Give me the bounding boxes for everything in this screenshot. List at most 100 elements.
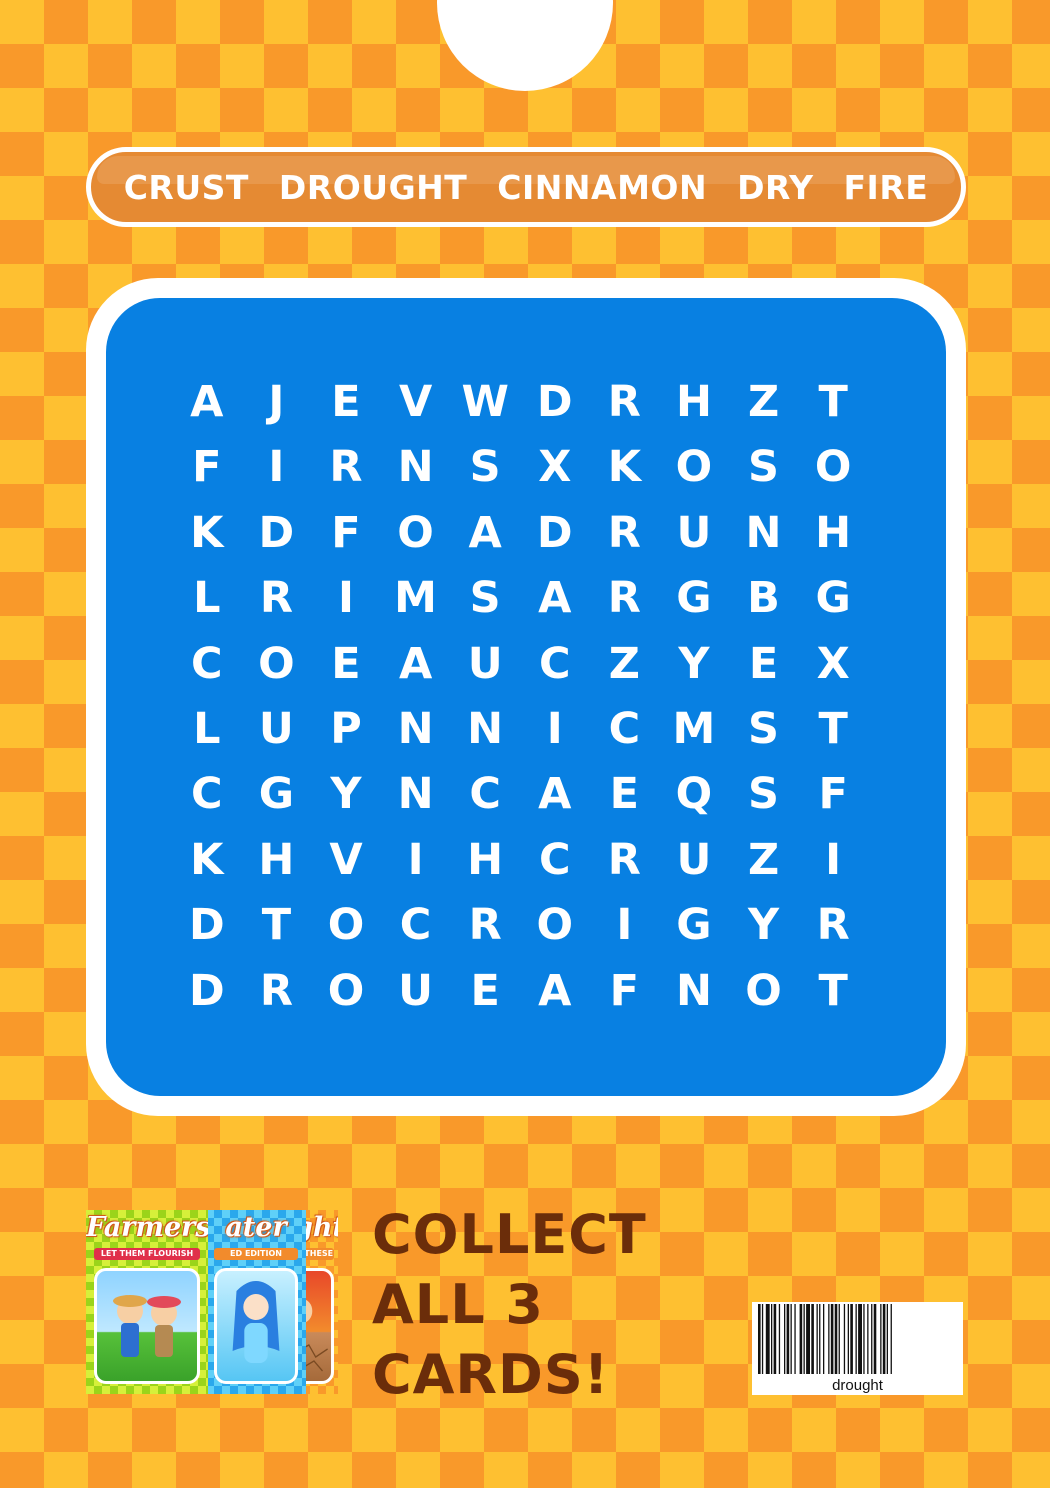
grid-letter-r4-c10: G	[815, 573, 851, 624]
grid-letter-r8-c4: I	[407, 834, 424, 885]
barcode-bar	[890, 1304, 892, 1374]
grid-letter-r6-c7: C	[608, 703, 641, 754]
barcode-bar	[765, 1304, 770, 1374]
grid-letter-r10-c5: E	[470, 965, 500, 1016]
grid-letter-r5-c6: C	[538, 638, 571, 689]
grid-letter-r5-c3: E	[331, 638, 361, 689]
barcode-bar	[850, 1304, 853, 1374]
barcode-bar	[855, 1304, 857, 1374]
grid-letter-r7-c4: N	[397, 769, 434, 820]
barcode-caption: drought	[832, 1377, 883, 1394]
grid-letter-r2-c4: N	[397, 442, 434, 493]
grid-letter-r9-c6: O	[536, 900, 574, 951]
grid-letter-r5-c8: Y	[678, 638, 710, 689]
grid-letter-r3-c2: D	[258, 507, 295, 558]
grid-letter-r2-c1: F	[192, 442, 222, 493]
grid-letter-r4-c1: L	[193, 573, 221, 624]
barcode-bar	[816, 1304, 818, 1374]
grid-letter-r7-c7: E	[609, 769, 640, 820]
barcode-bar	[873, 1304, 877, 1374]
grid-letter-r8-c2: H	[258, 834, 295, 885]
grid-letter-r2-c3: R	[329, 442, 363, 493]
grid-letter-r2-c6: X	[538, 442, 572, 493]
grid-letter-r9-c1: D	[188, 900, 225, 951]
barcode-bar	[858, 1304, 862, 1374]
barcode-bar	[867, 1304, 869, 1374]
grid-letter-r2-c10: O	[814, 442, 852, 493]
grid-letter-r4-c2: R	[259, 573, 293, 624]
grid-letter-r3-c1: K	[190, 507, 224, 558]
grid-letter-r9-c8: G	[676, 900, 712, 951]
grid-letter-r5-c1: C	[191, 638, 223, 689]
barcode-bar	[778, 1304, 781, 1374]
barcode-bar	[823, 1304, 825, 1374]
grid-letter-r1-c5: W	[461, 377, 509, 427]
grid-letter-r5-c4: A	[398, 638, 433, 689]
barcode-bar	[828, 1304, 830, 1374]
barcode-bar	[834, 1304, 838, 1374]
grid-letter-r7-c3: Y	[330, 769, 362, 820]
grid-letter-r5-c7: Z	[608, 638, 640, 689]
collect-line-3: CARDS!	[372, 1343, 610, 1406]
card-water-illustration	[214, 1268, 298, 1384]
card-water: ater ED EDITION	[206, 1210, 306, 1394]
barcode-bar	[786, 1304, 790, 1374]
grid-letter-r1-c10: T	[818, 377, 848, 427]
barcode-bar	[794, 1304, 796, 1374]
grid-letter-r6-c9: S	[748, 703, 780, 754]
grid-letter-r3-c5: A	[468, 507, 502, 558]
barcode: drought	[752, 1302, 963, 1395]
grid-letter-r1-c7: R	[607, 377, 641, 427]
grid-letter-r9-c5: R	[468, 900, 502, 951]
grid-letter-r4-c3: I	[337, 573, 354, 624]
barcode-bar	[758, 1304, 761, 1374]
word-search-panel: AJEVWDRHZTFIRNSXKOSOKDFOADRUNHLRIMSARGBG…	[106, 298, 946, 1096]
grid-letter-r6-c4: N	[397, 703, 434, 754]
barcode-bar	[843, 1304, 846, 1374]
grid-letter-r5-c10: X	[816, 638, 850, 689]
barcode-bar	[806, 1304, 810, 1374]
grid-letter-r3-c9: N	[745, 507, 782, 558]
barcode-bars	[758, 1304, 892, 1374]
barcode-bar	[871, 1304, 873, 1374]
grid-letter-r6-c6: I	[546, 703, 563, 754]
grid-letter-r1-c8: H	[675, 377, 712, 427]
collect-line-1: COLLECT	[372, 1203, 647, 1266]
word-list-bar: CRUST DROUGHT CINNAMON DRY FIRE	[86, 147, 966, 227]
grid-letter-r10-c8: N	[675, 965, 712, 1016]
grid-letter-r7-c8: Q	[675, 769, 713, 820]
barcode-bar	[838, 1304, 840, 1374]
grid-letter-r2-c2: I	[268, 442, 285, 493]
word-crust: CRUST	[123, 167, 249, 207]
barcode-bar	[799, 1304, 803, 1374]
grid-letter-r7-c6: A	[538, 769, 572, 820]
grid-letter-r7-c5: C	[469, 769, 501, 820]
grid-letter-r6-c10: T	[818, 703, 848, 754]
word-search-frame: AJEVWDRHZTFIRNSXKOSOKDFOADRUNHLRIMSARGBG…	[86, 278, 966, 1116]
grid-letter-r4-c6: A	[538, 573, 572, 624]
grid-letter-r4-c4: M	[394, 573, 437, 624]
grid-letter-r4-c8: G	[676, 573, 712, 624]
barcode-bar	[880, 1304, 882, 1374]
card-water-title: ater	[225, 1212, 287, 1243]
barcode-bar	[761, 1304, 764, 1374]
grid-letter-r6-c5: N	[467, 703, 504, 754]
grid-letter-r10-c3: O	[327, 965, 365, 1016]
word-cinnamon: CINNAMON	[497, 167, 708, 207]
grid-letter-r8-c8: U	[676, 834, 712, 885]
grid-letter-r4-c9: B	[747, 573, 780, 624]
card-farmers-title: Farmers	[86, 1212, 208, 1243]
barcode-bar	[771, 1304, 773, 1374]
card-farmers: Farmers LET THEM FLOURISH	[86, 1210, 208, 1394]
barcode-bar	[830, 1304, 834, 1374]
word-dry: DRY	[737, 167, 814, 207]
word-fire: FIRE	[843, 167, 929, 207]
card-farmers-illustration	[94, 1268, 200, 1384]
grid-letter-r3-c6: D	[536, 507, 573, 558]
grid-letter-r6-c8: M	[672, 703, 716, 754]
grid-letter-r1-c6: D	[536, 377, 573, 427]
grid-letter-r10-c9: O	[745, 965, 782, 1016]
card-farmers-ribbon: LET THEM FLOURISH	[94, 1248, 200, 1260]
grid-letter-r9-c2: T	[261, 900, 292, 951]
grid-letter-r10-c7: F	[609, 965, 640, 1016]
